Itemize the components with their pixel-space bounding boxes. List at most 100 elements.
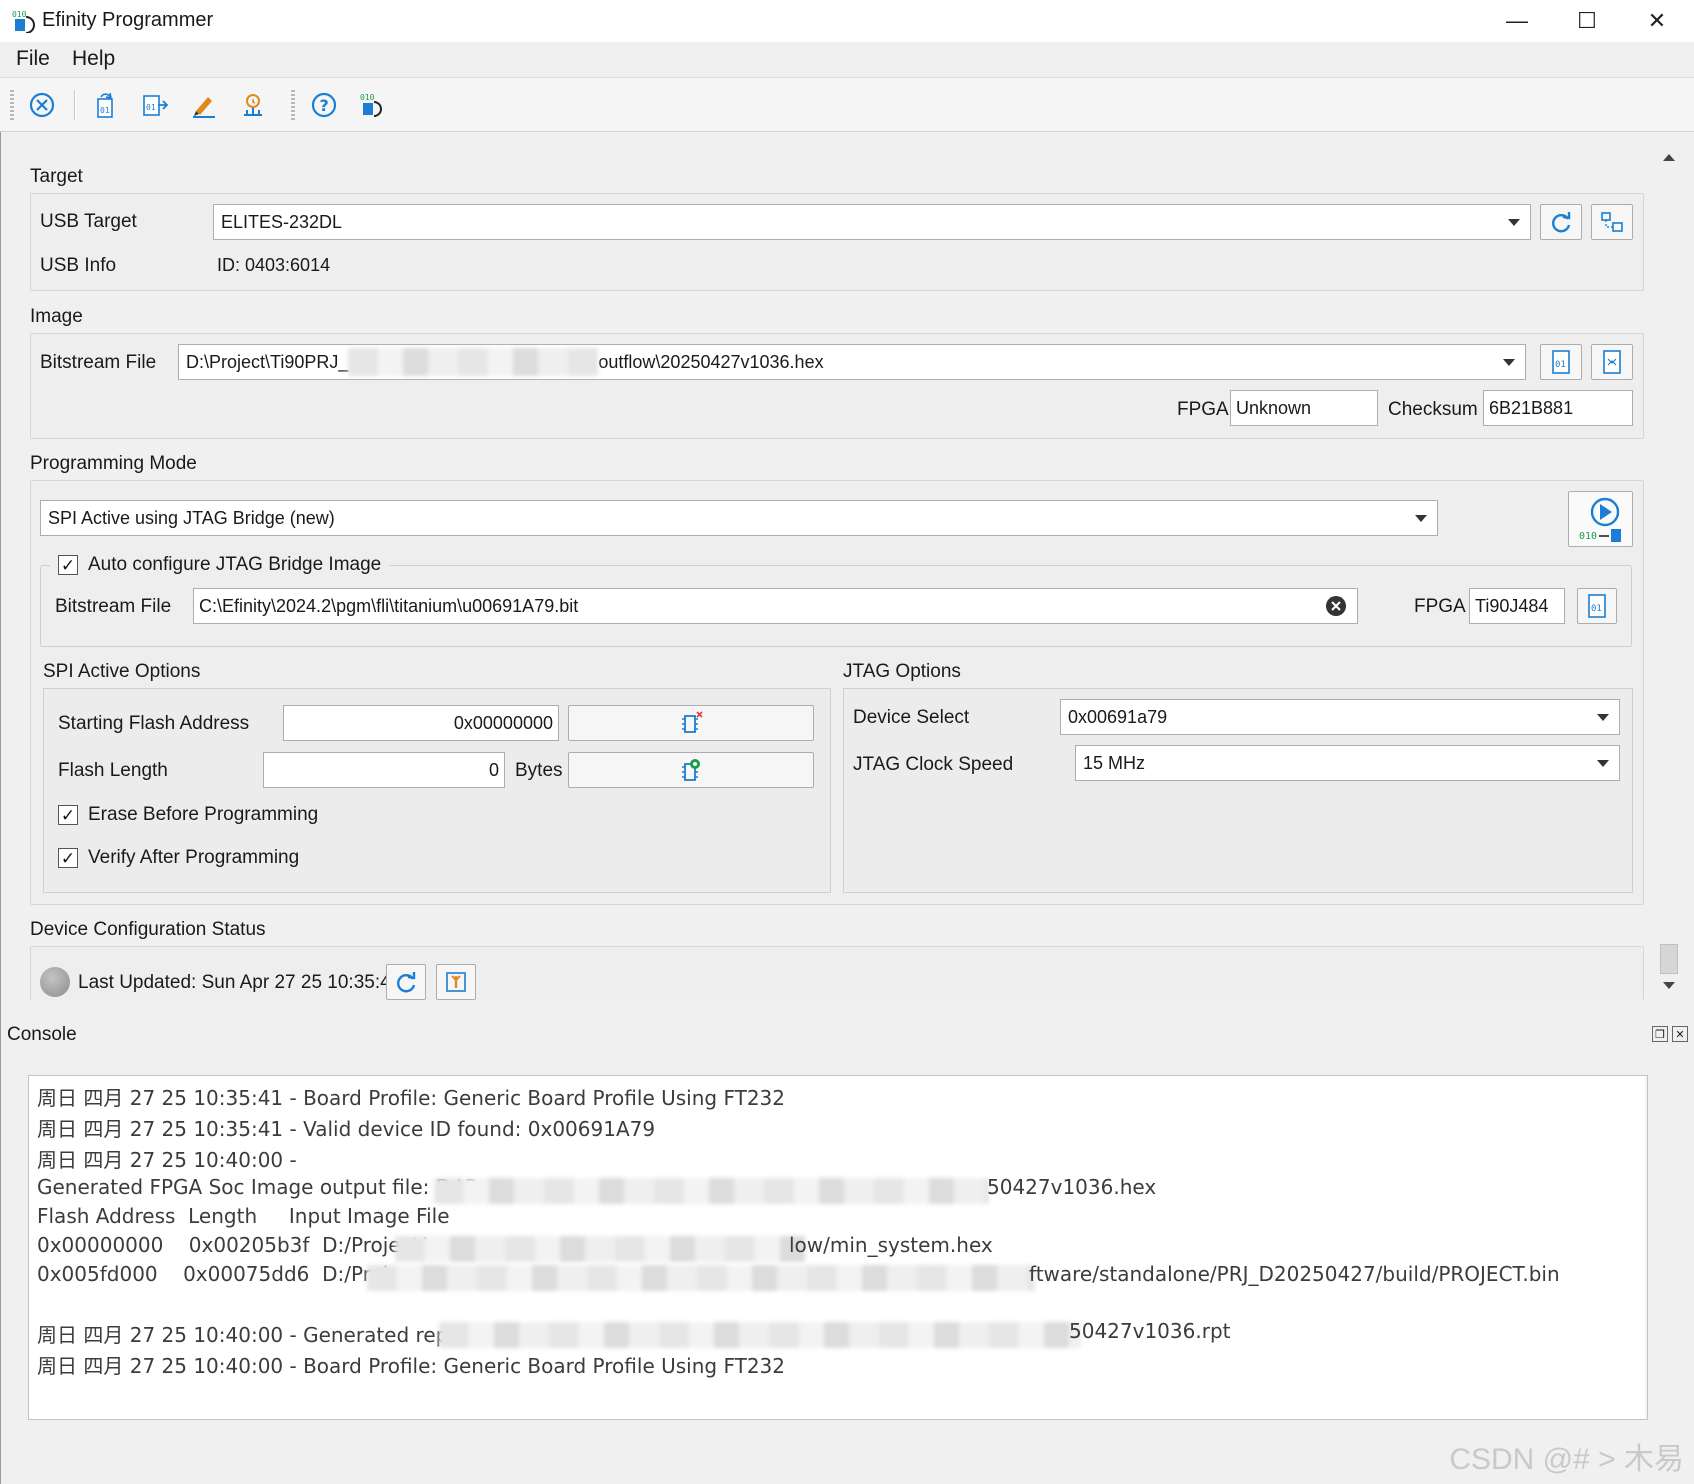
- log-line-tail: 50427v1036.rpt: [1069, 1319, 1231, 1343]
- stop-button[interactable]: [25, 88, 59, 122]
- log-line-tail: low/min_system.hex: [789, 1233, 993, 1257]
- auto-configure-label: Auto configure JTAG Bridge Image: [88, 554, 382, 575]
- erase-before-row[interactable]: ✓ Erase Before Programming: [58, 804, 318, 826]
- refresh-icon: [1552, 212, 1571, 233]
- about-button[interactable]: 010: [356, 88, 390, 122]
- jtag-clock-value: 15 MHz: [1083, 752, 1146, 773]
- help-icon: ?: [311, 92, 337, 118]
- debugger-button[interactable]: [236, 88, 270, 122]
- flash-length-label: Flash Length: [58, 760, 168, 781]
- menu-help[interactable]: Help: [66, 47, 121, 71]
- usb-info-value: ID: 0403:6014: [217, 255, 331, 275]
- chevron-down-icon: [1503, 359, 1515, 366]
- verify-after-checkbox[interactable]: ✓: [58, 848, 78, 868]
- svg-text:010: 010: [1579, 531, 1597, 542]
- open-image-button[interactable]: 01: [89, 88, 123, 122]
- svg-text:01: 01: [146, 103, 156, 112]
- fpga-field[interactable]: Unknown: [1230, 390, 1378, 426]
- bytes-label: Bytes: [515, 760, 563, 781]
- start-address-field[interactable]: 0x00000000: [283, 705, 559, 741]
- pencil-icon: [193, 97, 215, 118]
- window-title: Efinity Programmer: [42, 9, 214, 31]
- redacted-text: [434, 1178, 989, 1204]
- scroll-down-icon[interactable]: [1663, 982, 1675, 989]
- bridge-fpga-field[interactable]: Ti90J484: [1469, 588, 1565, 624]
- console-float-button[interactable]: ❐: [1652, 1026, 1668, 1042]
- svg-text:010: 010: [360, 93, 375, 102]
- log-line: 0x005fd000 0x00075dd6 D:/Proje: [37, 1262, 401, 1286]
- log-line: 周日 四月 27 25 10:35:41 - Valid device ID f…: [37, 1117, 656, 1141]
- log-line: Flash Address Length Input Image File: [37, 1204, 450, 1228]
- scroll-up-icon[interactable]: [1663, 154, 1675, 161]
- verify-after-row[interactable]: ✓ Verify After Programming: [58, 847, 299, 869]
- status-config-button[interactable]: [436, 964, 476, 1000]
- refresh-status-button[interactable]: [386, 964, 426, 1000]
- chevron-down-icon: [1508, 219, 1520, 226]
- toolbar-grip-2[interactable]: [291, 90, 295, 120]
- programmer-logo-icon: 010: [360, 93, 382, 117]
- minimize-icon: —: [1506, 8, 1528, 33]
- device-status-title: Device Configuration Status: [30, 919, 266, 940]
- browse-bitstream-button[interactable]: 01: [1540, 344, 1582, 380]
- redacted-text: [367, 1265, 1035, 1291]
- toolbar: 01 01 ? 010: [0, 78, 1694, 132]
- read-flash-button[interactable]: [568, 752, 814, 788]
- console-log[interactable]: 周日 四月 27 25 10:35:41 - Board Profile: Ge…: [28, 1075, 1648, 1420]
- auto-configure-checkbox-row[interactable]: ✓ Auto configure JTAG Bridge Image: [50, 554, 390, 576]
- scroll-thumb[interactable]: [1647, 1098, 1648, 1193]
- usb-target-label: USB Target: [40, 211, 137, 232]
- flash-length-field[interactable]: 0: [263, 752, 505, 788]
- log-line-tail: ftware/standalone/PRJ_D20250427/build/PR…: [1029, 1262, 1560, 1286]
- chevron-down-icon: [1415, 515, 1427, 522]
- auto-configure-checkbox[interactable]: ✓: [58, 555, 78, 575]
- help-button[interactable]: ?: [307, 88, 341, 122]
- toolbar-separator: [74, 90, 76, 120]
- usb-settings-button[interactable]: [1591, 204, 1633, 240]
- close-icon: ✕: [1647, 8, 1667, 33]
- minimize-button[interactable]: —: [1482, 4, 1552, 38]
- start-program-button[interactable]: 010: [1568, 491, 1633, 547]
- usb-target-combo[interactable]: ELITES-232DL: [213, 204, 1531, 240]
- chevron-down-icon: [1597, 760, 1609, 767]
- last-updated-text: Last Updated: Sun Apr 27 25 10:35:40: [78, 972, 402, 993]
- menu-file[interactable]: File: [10, 47, 56, 71]
- start-address-label: Starting Flash Address: [58, 713, 250, 734]
- jtag-clock-combo[interactable]: 15 MHz: [1075, 745, 1620, 781]
- bitstream-path-prefix: D:\Project\Ti90PRJ_: [186, 351, 349, 372]
- clear-circle-icon: [1326, 596, 1346, 616]
- close-icon: ✕: [1675, 1028, 1685, 1041]
- erase-before-checkbox[interactable]: ✓: [58, 805, 78, 825]
- compare-bitstream-button[interactable]: [1591, 344, 1633, 380]
- combine-image-button[interactable]: 01: [138, 88, 172, 122]
- watermark-text: CSDN @# > 木易: [1449, 1443, 1684, 1476]
- console-title: Console: [7, 1024, 77, 1045]
- refresh-usb-button[interactable]: [1540, 204, 1582, 240]
- bitstream-file-combo[interactable]: D:\Project\Ti90PRJ_ outflow\20250427v103…: [178, 344, 1526, 380]
- device-select-value: 0x00691a79: [1068, 706, 1168, 727]
- toolbar-grip[interactable]: [10, 90, 14, 120]
- binary-file-icon: 01: [1588, 594, 1606, 618]
- console-close-button[interactable]: ✕: [1672, 1026, 1688, 1042]
- log-line: 周日 四月 27 25 10:40:00 -: [37, 1148, 297, 1172]
- bridge-bitstream-field[interactable]: C:\Efinity\2024.2\pgm\fli\titanium\u0069…: [193, 588, 1358, 624]
- browse-bridge-button[interactable]: 01: [1577, 588, 1617, 624]
- main-scrollbar[interactable]: [1658, 146, 1680, 996]
- clear-bitstream-button[interactable]: [1325, 595, 1347, 617]
- open-file-icon: 01: [97, 92, 113, 118]
- spi-options-title: SPI Active Options: [43, 661, 201, 682]
- maximize-button[interactable]: ☐: [1552, 4, 1622, 38]
- device-select-combo[interactable]: 0x00691a79: [1060, 699, 1620, 735]
- erase-flash-button[interactable]: [568, 705, 814, 741]
- programming-mode-combo[interactable]: SPI Active using JTAG Bridge (new): [40, 500, 1438, 536]
- refresh-icon: [397, 972, 416, 993]
- edit-button[interactable]: [187, 88, 221, 122]
- scroll-thumb[interactable]: [1660, 944, 1678, 974]
- erase-before-label: Erase Before Programming: [88, 804, 319, 825]
- cancel-circle-icon: [29, 92, 55, 118]
- checksum-label: Checksum: [1388, 399, 1478, 420]
- device-tree-icon: [1601, 212, 1623, 232]
- checksum-field[interactable]: 6B21B881: [1483, 390, 1633, 426]
- chip-erase-icon: [682, 711, 703, 733]
- console-scrollbar[interactable]: [1645, 1076, 1648, 1419]
- close-button[interactable]: ✕: [1622, 4, 1692, 38]
